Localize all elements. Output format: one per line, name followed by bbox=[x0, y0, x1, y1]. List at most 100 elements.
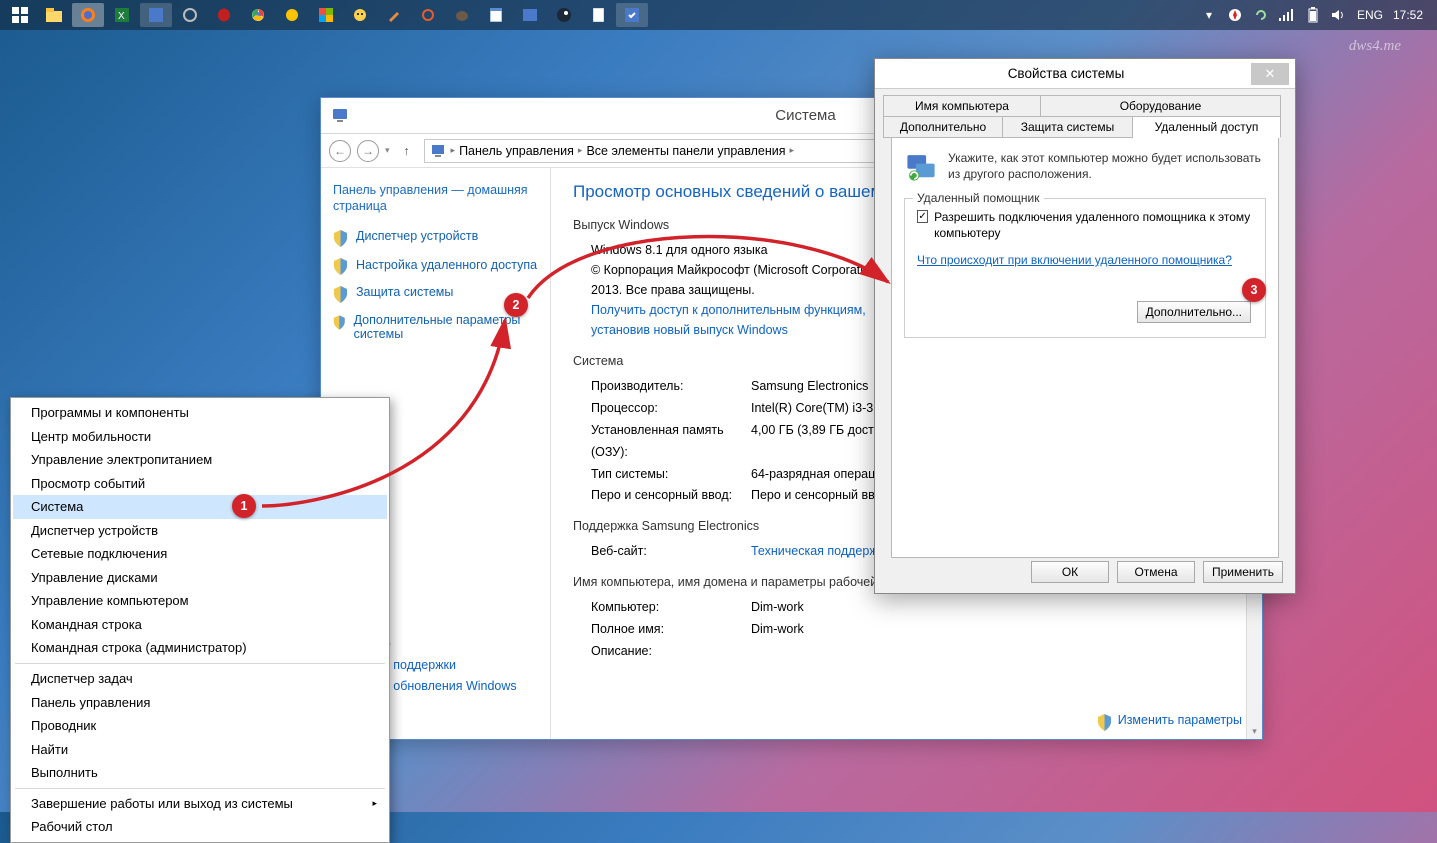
system-protection-link[interactable]: Защита системы bbox=[356, 285, 453, 299]
remote-assistance-help-link[interactable]: Что происходит при включении удаленного … bbox=[917, 253, 1232, 267]
menu-control-panel[interactable]: Панель управления bbox=[13, 691, 387, 715]
menu-events[interactable]: Просмотр событий bbox=[13, 472, 387, 496]
language-indicator[interactable]: ENG bbox=[1357, 8, 1383, 22]
menu-devices[interactable]: Диспетчер устройств bbox=[13, 519, 387, 543]
menu-power[interactable]: Управление электропитанием bbox=[13, 448, 387, 472]
chrome-icon[interactable] bbox=[242, 3, 274, 27]
tab-hardware[interactable]: Оборудование bbox=[1041, 95, 1281, 117]
steam-icon[interactable] bbox=[548, 3, 580, 27]
allow-remote-assistance-label: Разрешить подключения удаленного помощни… bbox=[934, 209, 1253, 241]
cancel-button[interactable]: Отмена bbox=[1117, 561, 1195, 583]
back-button[interactable]: ← bbox=[329, 140, 351, 162]
tab-protection[interactable]: Защита системы bbox=[1003, 116, 1133, 138]
menu-search[interactable]: Найти bbox=[13, 738, 387, 762]
svg-text:X: X bbox=[118, 11, 125, 22]
app-icon-6[interactable] bbox=[412, 3, 444, 27]
explorer-icon[interactable] bbox=[38, 3, 70, 27]
computer-label: Компьютер: bbox=[591, 597, 751, 619]
tray-app-icon[interactable] bbox=[1227, 7, 1243, 23]
crumb-all-items[interactable]: Все элементы панели управления bbox=[586, 144, 785, 158]
notepad-icon[interactable] bbox=[480, 3, 512, 27]
excel-icon[interactable]: X bbox=[106, 3, 138, 27]
apply-button[interactable]: Применить bbox=[1203, 561, 1283, 583]
computer-icon bbox=[431, 144, 447, 158]
menu-programs[interactable]: Программы и компоненты bbox=[13, 401, 387, 425]
shield-icon bbox=[1097, 714, 1112, 731]
tray-sync-icon[interactable] bbox=[1253, 7, 1269, 23]
processor-value: Intel(R) Core(TM) i3-312 bbox=[751, 398, 887, 420]
menu-system[interactable]: Система bbox=[13, 495, 387, 519]
advanced-button[interactable]: Дополнительно... bbox=[1137, 301, 1251, 323]
shield-icon bbox=[333, 230, 348, 247]
menu-explorer[interactable]: Проводник bbox=[13, 714, 387, 738]
pen-touch-label: Перо и сенсорный ввод: bbox=[591, 485, 751, 507]
app-icon-7[interactable] bbox=[514, 3, 546, 27]
support-link[interactable]: Техническая поддержк bbox=[751, 541, 883, 563]
gimp-icon[interactable] bbox=[446, 3, 478, 27]
change-settings-link[interactable]: Изменить параметры bbox=[1097, 713, 1242, 731]
ram-value: 4,00 ГБ (3,89 ГБ доступн bbox=[751, 420, 894, 464]
tray-chevron-icon[interactable]: ▾ bbox=[1201, 7, 1217, 23]
battery-icon[interactable] bbox=[1305, 7, 1321, 23]
pen-touch-value: Перо и сенсорный вво bbox=[751, 485, 882, 507]
app-icon-8[interactable] bbox=[616, 3, 648, 27]
ok-button[interactable]: ОК bbox=[1031, 561, 1109, 583]
forward-button[interactable]: → bbox=[357, 140, 379, 162]
chevron-right-icon: ▸ bbox=[451, 145, 456, 156]
history-chevron-icon[interactable]: ▾ bbox=[385, 145, 390, 156]
clock[interactable]: 17:52 bbox=[1393, 8, 1423, 22]
system-type-label: Тип системы: bbox=[591, 464, 751, 486]
menu-cmd-admin[interactable]: Командная строка (администратор) bbox=[13, 636, 387, 660]
firefox-icon[interactable] bbox=[72, 3, 104, 27]
dialog-titlebar[interactable]: Свойства системы ✕ bbox=[875, 59, 1295, 89]
website-label: Веб-сайт: bbox=[591, 541, 751, 563]
menu-mobility[interactable]: Центр мобильности bbox=[13, 425, 387, 449]
network-icon[interactable] bbox=[1279, 7, 1295, 23]
callout-1: 1 bbox=[232, 494, 256, 518]
opera-icon[interactable] bbox=[208, 3, 240, 27]
pencil-icon[interactable] bbox=[378, 3, 410, 27]
chevron-right-icon: ▸ bbox=[372, 797, 377, 809]
app-icon-2[interactable] bbox=[174, 3, 206, 27]
close-button[interactable]: ✕ bbox=[1251, 63, 1289, 85]
menu-taskmgr[interactable]: Диспетчер задач bbox=[13, 667, 387, 691]
callout-3: 3 bbox=[1242, 278, 1266, 302]
watermark: dws4.me bbox=[1349, 38, 1401, 55]
control-panel-home-link[interactable]: Панель управления — домашняя страница bbox=[333, 182, 538, 215]
menu-run[interactable]: Выполнить bbox=[13, 761, 387, 785]
volume-icon[interactable] bbox=[1331, 7, 1347, 23]
manufacturer-label: Производитель: bbox=[591, 376, 751, 398]
crumb-control-panel[interactable]: Панель управления bbox=[459, 144, 574, 158]
fullname-label: Полное имя: bbox=[591, 619, 751, 641]
menu-separator bbox=[15, 663, 385, 664]
device-manager-link[interactable]: Диспетчер устройств bbox=[356, 229, 478, 243]
copyright-text: © Корпорация Майкрософт (Microsoft Corpo… bbox=[591, 260, 891, 300]
shield-icon bbox=[333, 258, 348, 275]
tab-advanced[interactable]: Дополнительно bbox=[883, 116, 1003, 138]
up-button[interactable]: ↑ bbox=[396, 140, 418, 162]
menu-computer-mgmt[interactable]: Управление компьютером bbox=[13, 589, 387, 613]
start-button[interactable] bbox=[4, 3, 36, 27]
get-more-features-link[interactable]: Получить доступ к дополнительным функция… bbox=[591, 300, 891, 340]
menu-desktop[interactable]: Рабочий стол bbox=[13, 815, 387, 839]
shield-icon bbox=[333, 286, 348, 303]
winx-context-menu: Программы и компоненты Центр мобильности… bbox=[10, 397, 390, 843]
allow-remote-assistance-checkbox[interactable]: ✓ bbox=[917, 210, 928, 223]
app-icon-4[interactable] bbox=[310, 3, 342, 27]
document-icon[interactable] bbox=[582, 3, 614, 27]
tab-remote[interactable]: Удаленный доступ bbox=[1133, 116, 1281, 138]
app-icon-3[interactable] bbox=[276, 3, 308, 27]
advanced-system-link[interactable]: Дополнительные параметры системы bbox=[354, 313, 538, 341]
menu-cmd[interactable]: Командная строка bbox=[13, 613, 387, 637]
remote-settings-link[interactable]: Настройка удаленного доступа bbox=[356, 257, 537, 273]
description-label: Описание: bbox=[591, 641, 751, 663]
menu-network[interactable]: Сетевые подключения bbox=[13, 542, 387, 566]
taskbar: X ▾ ENG 17:52 bbox=[0, 0, 1437, 30]
tab-computer-name[interactable]: Имя компьютера bbox=[883, 95, 1041, 117]
menu-disks[interactable]: Управление дисками bbox=[13, 566, 387, 590]
chevron-right-icon: ▸ bbox=[790, 145, 795, 156]
app-icon-5[interactable] bbox=[344, 3, 376, 27]
app-icon-1[interactable] bbox=[140, 3, 172, 27]
change-settings-label: Изменить параметры bbox=[1118, 713, 1242, 727]
system-type-value: 64-разрядная операци bbox=[751, 464, 882, 486]
